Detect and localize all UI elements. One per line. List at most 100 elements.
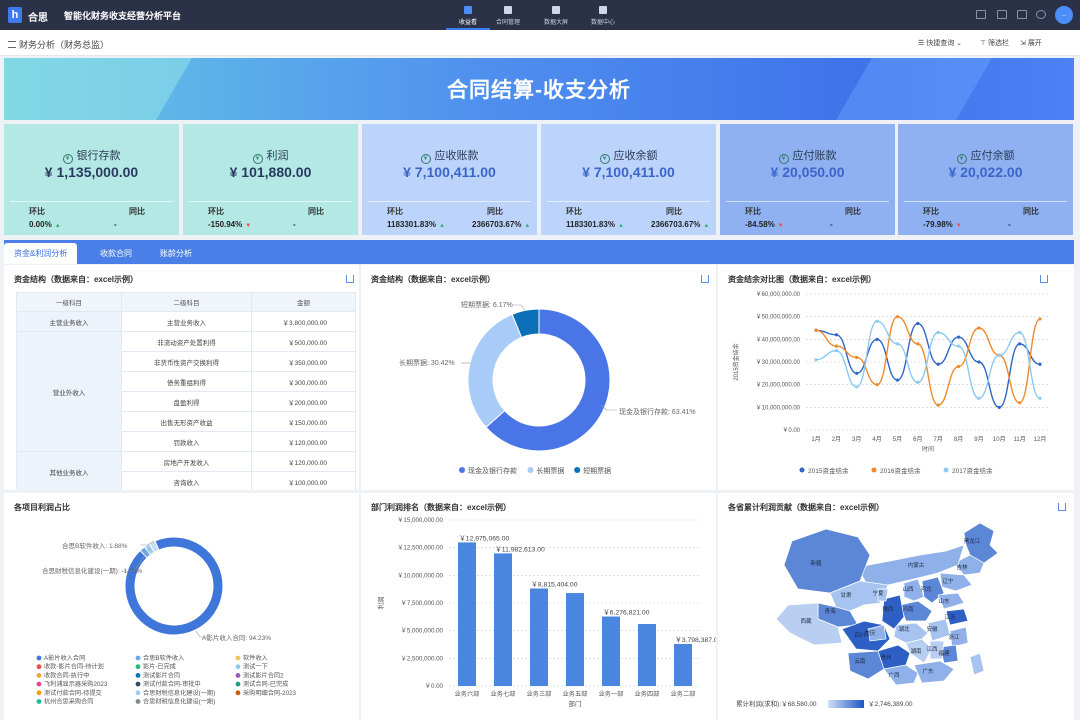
province-region[interactable] xyxy=(847,650,885,680)
avatar[interactable]: ... xyxy=(1055,6,1073,24)
search-icon[interactable] xyxy=(1036,10,1046,19)
menu-icon[interactable] xyxy=(8,41,16,48)
data-point[interactable] xyxy=(916,321,920,326)
legend-marker xyxy=(527,467,534,473)
data-point[interactable] xyxy=(895,315,900,319)
data-point[interactable] xyxy=(977,360,981,364)
legend-label[interactable]: 测试影片合同2 xyxy=(243,671,284,679)
legend-label[interactable]: 2015资金结余 xyxy=(808,466,849,475)
data-point[interactable] xyxy=(977,326,981,330)
legend-label[interactable]: 合思B软件收入 xyxy=(143,654,184,662)
fund-balance-line-panel: 资金结余对比图（数据来自：excel示例） ￥0.00 ￥10,000,000.0… xyxy=(718,265,1074,490)
y-tick-label: ￥0.00 xyxy=(425,683,444,690)
province-region[interactable] xyxy=(913,660,955,684)
data-point[interactable] xyxy=(936,403,940,407)
legend-label[interactable]: 短期票据 xyxy=(583,466,611,475)
expand-button[interactable]: ⇲ 展开 xyxy=(1020,38,1042,48)
donut-slice[interactable] xyxy=(124,536,224,636)
data-point[interactable] xyxy=(855,371,859,375)
bar[interactable] xyxy=(602,616,620,686)
data-point[interactable] xyxy=(956,335,961,339)
y-axis-label: 利润 xyxy=(376,597,385,610)
legend-label[interactable]: 飞利浦显示器采购2023 xyxy=(44,680,108,688)
province-label: 广东 xyxy=(922,667,934,675)
bank-icon[interactable] xyxy=(1017,10,1027,19)
data-point[interactable] xyxy=(1038,317,1042,321)
data-point[interactable] xyxy=(997,405,1001,409)
bar[interactable] xyxy=(566,593,584,686)
legend-label[interactable]: 软件收入 xyxy=(243,654,268,662)
tab-receivable-contracts[interactable]: 收款合同 xyxy=(90,243,142,264)
legend-label[interactable]: 杭州合思采购合同 xyxy=(44,698,94,706)
bar[interactable] xyxy=(530,588,548,686)
legend-label[interactable]: 长期票据 xyxy=(536,466,564,475)
data-point[interactable] xyxy=(834,333,838,337)
legend-label[interactable]: 测试付款合同-待提交 xyxy=(44,689,102,697)
data-point[interactable] xyxy=(834,344,838,348)
tab-aging[interactable]: 账龄分析 xyxy=(150,243,202,264)
legend-label[interactable]: 收款合同-执行中 xyxy=(44,671,89,679)
layers-icon[interactable] xyxy=(976,10,986,19)
apps-icon[interactable] xyxy=(997,10,1007,19)
bar[interactable] xyxy=(674,643,692,686)
data-point[interactable] xyxy=(814,358,818,362)
data-point[interactable] xyxy=(855,355,859,360)
data-point[interactable] xyxy=(916,380,920,384)
data-point[interactable] xyxy=(814,328,818,332)
data-point[interactable] xyxy=(956,344,961,348)
nav-tab-dashboard[interactable]: 收益看 xyxy=(446,3,490,30)
legend-label[interactable]: 收款-影片合同-待计划 xyxy=(44,663,104,671)
data-point[interactable] xyxy=(1018,401,1022,405)
kpi-yoy-text: - xyxy=(830,220,833,229)
legend-label[interactable]: 测试一下 xyxy=(243,663,268,671)
bar[interactable] xyxy=(494,553,512,686)
table-cell: 债务重组利得 xyxy=(121,371,252,392)
tab-fund-profit[interactable]: 资金&利润分析 xyxy=(4,243,78,264)
legend-label[interactable]: 合思财税信息化建设(一期) xyxy=(143,698,215,706)
china-province-map[interactable]: 黑龙江吉林辽宁内蒙古新疆甘肃青海西藏四川云南贵州广西广东湖南湖北河南山西陕西河北… xyxy=(718,493,1074,720)
legend-label[interactable]: 合思财税信息化建设(一期) xyxy=(143,689,215,697)
kpi-mom-value: 1183301.83% ▲ xyxy=(566,220,624,229)
quick-query-button[interactable]: ☰ 快捷查询 ⌄ xyxy=(918,38,962,48)
app-logo[interactable]: h xyxy=(8,7,22,23)
legend-label[interactable]: 测试付款合同-审批中 xyxy=(143,680,201,688)
download-icon[interactable] xyxy=(346,275,354,283)
bar[interactable] xyxy=(638,624,656,686)
data-point[interactable] xyxy=(1018,330,1022,335)
nav-tab-datacenter[interactable]: 数据中心 xyxy=(581,3,625,30)
filter-bar-button[interactable]: ⊤ 筛选栏 xyxy=(980,38,1009,48)
legend-label[interactable]: 影片-已完成 xyxy=(143,663,176,671)
x-tick-label: 4月 xyxy=(872,436,881,443)
data-point[interactable] xyxy=(1038,396,1042,400)
data-point[interactable] xyxy=(875,383,879,387)
data-point[interactable] xyxy=(895,342,900,346)
data-point[interactable] xyxy=(936,362,940,366)
legend-label[interactable]: 2016资金结余 xyxy=(880,466,921,475)
data-point[interactable] xyxy=(895,378,900,382)
data-point[interactable] xyxy=(916,342,920,346)
data-point[interactable] xyxy=(956,364,961,369)
nav-tab-bigscreen[interactable]: 数据大屏 xyxy=(534,3,578,30)
legend-label[interactable]: 采购明细合同-2023 xyxy=(243,689,297,697)
data-point[interactable] xyxy=(875,319,879,323)
bar[interactable] xyxy=(458,542,476,686)
data-point[interactable] xyxy=(997,353,1001,357)
data-point[interactable] xyxy=(936,330,940,335)
legend-label[interactable]: 现金及银行存款 xyxy=(468,466,517,475)
series-line[interactable] xyxy=(815,320,1041,399)
data-point[interactable] xyxy=(1018,342,1022,346)
legend-label[interactable]: 测试合同-已完成 xyxy=(243,680,288,688)
data-point[interactable] xyxy=(1038,362,1042,366)
nav-tab-contracts[interactable]: 合同管理 xyxy=(486,3,530,30)
legend-label[interactable]: 2017资金结余 xyxy=(952,466,993,475)
data-point[interactable] xyxy=(834,349,838,353)
data-point[interactable] xyxy=(875,337,879,341)
province-region[interactable] xyxy=(969,652,985,676)
province-label: 江苏 xyxy=(944,613,956,621)
legend-label[interactable]: 测试影片合同 xyxy=(143,671,180,679)
legend-label[interactable]: A影片收入合同 xyxy=(44,654,85,662)
data-point[interactable] xyxy=(977,396,981,400)
data-point[interactable] xyxy=(855,385,859,389)
donut-slice[interactable] xyxy=(467,313,523,428)
x-axis-label: 部门 xyxy=(569,699,582,708)
